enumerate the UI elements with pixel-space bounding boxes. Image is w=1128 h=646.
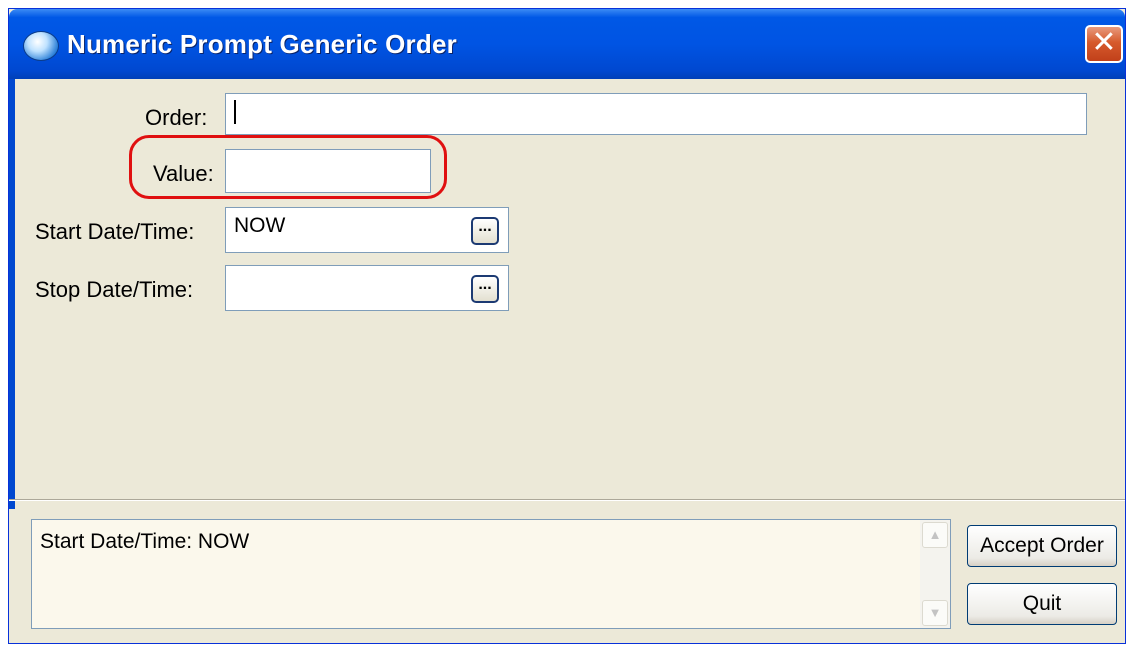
- scroll-up-arrow-icon[interactable]: ▲: [922, 522, 948, 548]
- status-text: Start Date/Time: NOW: [40, 530, 250, 553]
- panel-divider: [9, 499, 1125, 501]
- app-globe-icon: [23, 31, 59, 61]
- stop-datetime-label: Stop Date/Time:: [35, 277, 194, 302]
- status-scrollbar[interactable]: ▲ ▼: [920, 520, 950, 628]
- text-caret: [234, 100, 236, 125]
- stop-datetime-input[interactable]: [225, 265, 509, 311]
- value-highlight-annotation: [129, 135, 447, 199]
- title-bar[interactable]: Numeric Prompt Generic Order ✕: [9, 9, 1125, 79]
- start-datetime-browse-button[interactable]: ...: [471, 217, 499, 245]
- start-datetime-input[interactable]: NOW: [225, 207, 509, 253]
- scroll-down-arrow-icon[interactable]: ▼: [922, 600, 948, 626]
- start-datetime-value: NOW: [234, 214, 286, 237]
- window-left-border: [9, 79, 15, 509]
- quit-button[interactable]: Quit: [967, 583, 1117, 625]
- accept-order-button[interactable]: Accept Order: [967, 525, 1117, 567]
- order-input[interactable]: [225, 93, 1087, 135]
- status-text-box[interactable]: Start Date/Time: NOW ▲ ▼: [31, 519, 951, 629]
- dialog-window: Numeric Prompt Generic Order ✕ Order: Va…: [8, 8, 1126, 644]
- window-title: Numeric Prompt Generic Order: [67, 29, 457, 59]
- start-datetime-label: Start Date/Time:: [35, 219, 195, 244]
- stop-datetime-browse-button[interactable]: ...: [471, 275, 499, 303]
- close-button[interactable]: ✕: [1085, 25, 1123, 63]
- order-label: Order:: [145, 105, 208, 130]
